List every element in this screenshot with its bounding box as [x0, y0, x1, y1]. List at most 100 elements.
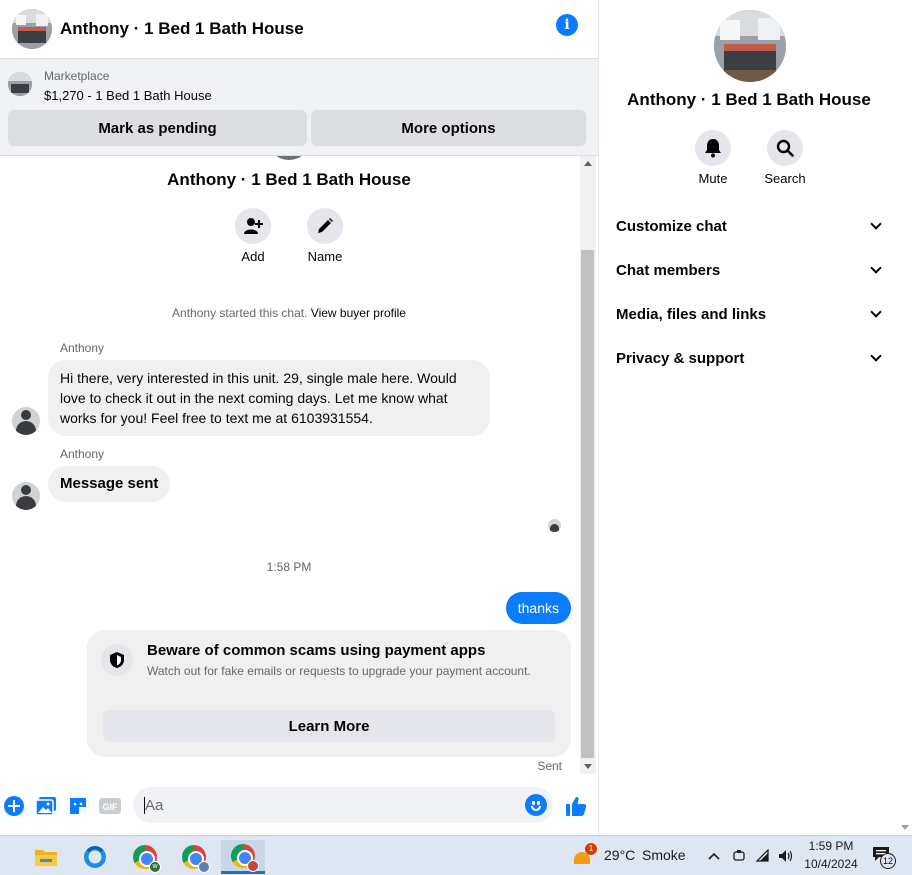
scroll-down-icon[interactable] — [584, 764, 592, 769]
gif-icon[interactable]: GIF — [99, 795, 121, 817]
message-input-placeholder: Aa — [145, 797, 164, 814]
scam-warning-body: Watch out for fake emails or requests to… — [147, 664, 531, 678]
message-thread[interactable]: Anthony · 1 Bed 1 Bath House Add Name An — [0, 156, 580, 774]
mark-as-pending-button[interactable]: Mark as pending — [8, 110, 307, 146]
message-composer: GIF Aa — [0, 774, 598, 835]
mute-button[interactable] — [695, 130, 731, 166]
scam-warning-title: Beware of common scams using payment app… — [147, 642, 486, 659]
bell-icon — [705, 139, 721, 158]
privacy-support-section[interactable]: Privacy & support — [616, 338, 886, 378]
thread-scrollbar[interactable] — [580, 156, 596, 774]
chat-avatar[interactable] — [12, 9, 52, 49]
search-button[interactable] — [767, 130, 803, 166]
chevron-down-icon — [870, 306, 882, 318]
sender-name: Anthony — [60, 341, 105, 355]
pencil-icon — [318, 218, 333, 233]
emoji-icon[interactable] — [525, 794, 547, 816]
plus-icon[interactable] — [3, 795, 25, 817]
chat-details-panel: Anthony · 1 Bed 1 Bath House Mute Search… — [598, 0, 898, 835]
chat-title[interactable]: Anthony · 1 Bed 1 Bath House — [60, 19, 304, 39]
customize-chat-section[interactable]: Customize chat — [616, 206, 886, 246]
notification-count: 12 — [880, 853, 896, 869]
media-files-links-section[interactable]: Media, files and links — [616, 294, 886, 334]
folder-icon — [35, 850, 57, 866]
add-person-button[interactable] — [235, 208, 271, 244]
chrome-profile-2-button[interactable] — [172, 840, 216, 874]
windows-taskbar: w 1 29°C Smoke 1:59 PM 10/4/2024 12 — [0, 835, 912, 875]
meet-now-icon[interactable] — [731, 848, 747, 864]
thread-title: Anthony · 1 Bed 1 Bath House — [167, 170, 411, 189]
name-label: Name — [307, 249, 343, 264]
sticker-icon[interactable] — [67, 795, 89, 817]
scroll-down-icon[interactable] — [901, 825, 909, 830]
listing-thumbnail[interactable] — [8, 72, 32, 96]
clock-time[interactable]: 1:59 PM — [804, 839, 858, 853]
section-label: Chat members — [616, 261, 721, 279]
text-caret — [144, 797, 145, 814]
gallery-icon[interactable] — [35, 795, 57, 817]
chat-header: Anthony · 1 Bed 1 Bath House i — [0, 0, 598, 58]
listing-summary[interactable]: $1,270 - 1 Bed 1 Bath House — [44, 88, 212, 103]
weather-icon[interactable]: 1 — [572, 843, 597, 866]
more-options-button[interactable]: More options — [311, 110, 586, 146]
scam-warning-card: Beware of common scams using payment app… — [87, 630, 571, 757]
marketplace-banner: Marketplace $1,270 - 1 Bed 1 Bath House … — [0, 58, 598, 156]
sender-avatar[interactable] — [12, 407, 40, 435]
messenger-app: Anthony · 1 Bed 1 Bath House i Marketpla… — [0, 0, 912, 835]
file-explorer-button[interactable] — [24, 840, 68, 874]
notification-center-icon[interactable]: 12 — [872, 846, 896, 869]
section-label: Privacy & support — [616, 349, 745, 367]
chevron-down-icon — [870, 218, 882, 230]
chat-members-section[interactable]: Chat members — [616, 250, 886, 290]
message-input[interactable]: Aa — [133, 787, 553, 823]
gif-text: GIF — [103, 802, 119, 812]
browser-icon — [84, 846, 106, 868]
shield-icon — [101, 644, 133, 676]
section-label: Media, files and links — [616, 305, 767, 323]
search-label: Search — [764, 171, 806, 186]
sender-avatar[interactable] — [12, 482, 40, 510]
chrome-profile-w-button[interactable]: w — [123, 840, 167, 874]
chat-pane: Anthony · 1 Bed 1 Bath House i Marketpla… — [0, 0, 598, 835]
sender-name: Anthony — [60, 447, 105, 461]
chrome-icon: w — [133, 845, 161, 873]
marketplace-label: Marketplace — [44, 69, 110, 83]
add-person-icon — [244, 218, 263, 234]
edit-name-button[interactable] — [307, 208, 343, 244]
chevron-down-icon — [870, 350, 882, 362]
section-label: Customize chat — [616, 217, 727, 235]
details-avatar[interactable] — [714, 10, 786, 82]
thread-avatar — [267, 156, 311, 160]
add-label: Add — [241, 249, 265, 264]
details-title: Anthony · 1 Bed 1 Bath House — [627, 90, 871, 109]
message-timestamp: 1:58 PM — [266, 560, 312, 574]
message-status: Sent — [537, 759, 562, 773]
chrome-icon — [182, 845, 210, 873]
temperature[interactable]: 29°C — [604, 847, 635, 863]
incoming-message[interactable]: Hi there, very interested in this unit. … — [48, 360, 490, 436]
learn-more-button[interactable]: Learn More — [103, 710, 555, 742]
started-text: Anthony started this chat. — [172, 306, 308, 320]
chrome-active-window-button[interactable] — [221, 840, 265, 874]
info-icon[interactable]: i — [556, 14, 578, 36]
chrome-icon — [231, 843, 259, 872]
thumbs-up-icon[interactable] — [565, 795, 587, 817]
mute-label: Mute — [698, 171, 728, 186]
chevron-up-icon[interactable] — [706, 848, 722, 864]
weather-badge: 1 — [585, 843, 597, 855]
wifi-icon[interactable] — [756, 848, 772, 864]
outgoing-message[interactable]: thanks — [505, 592, 571, 624]
scrollbar-thumb[interactable] — [581, 250, 594, 758]
search-icon — [776, 139, 794, 157]
chat-started-notice: Anthony started this chat. View buyer pr… — [0, 306, 578, 320]
scroll-up-icon[interactable] — [584, 161, 592, 166]
chevron-down-icon — [870, 262, 882, 274]
seen-indicator-avatar — [548, 519, 561, 532]
incoming-message[interactable]: Message sent — [48, 466, 171, 502]
clock-date[interactable]: 10/4/2024 — [800, 857, 862, 871]
view-buyer-profile-link[interactable]: View buyer profile — [311, 306, 406, 320]
browser-app-button[interactable] — [73, 840, 117, 874]
volume-icon[interactable] — [778, 848, 794, 864]
details-scrollbar[interactable] — [898, 0, 912, 835]
weather-condition[interactable]: Smoke — [642, 847, 686, 863]
